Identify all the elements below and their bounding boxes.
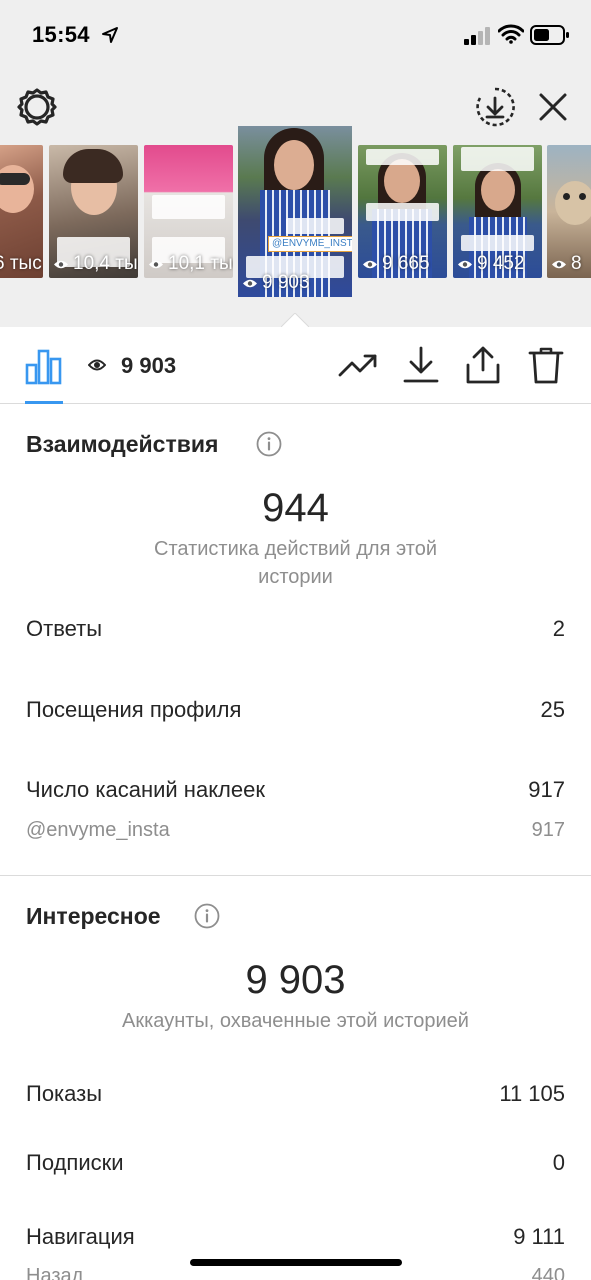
eye-icon — [552, 260, 566, 268]
cellular-signal-icon — [464, 27, 490, 45]
story-views-count: 6 тыс. — [0, 253, 43, 274]
stat-label: Число касаний наклеек — [26, 777, 265, 802]
section-title-interactions: Взаимодействия — [26, 431, 219, 457]
bar-chart-icon[interactable] — [25, 347, 63, 385]
stat-value: 25 — [540, 697, 565, 722]
stat-label: Ответы — [26, 616, 103, 641]
stat-sublabel: @envyme_insta — [26, 819, 170, 841]
interactions-total: 944 — [262, 486, 329, 530]
stat-row: Посещения профиля 25 — [26, 697, 565, 723]
eye-icon — [88, 359, 106, 371]
section-divider — [0, 875, 591, 876]
section-title-discovery: Интересное — [26, 903, 161, 929]
stat-label: Показы — [26, 1081, 103, 1106]
stat-sublabel: Назад — [26, 1265, 84, 1280]
stat-value: 11 105 — [499, 1081, 565, 1106]
story-thumbnail[interactable]: 9 452 — [453, 145, 542, 278]
story-views-count: 9 665 — [382, 253, 430, 274]
stat-label: Подписки — [26, 1150, 124, 1175]
battery-icon — [530, 25, 569, 45]
story-thumbnail[interactable]: 10,1 тыс. — [144, 145, 233, 278]
story-views: 9 665 — [362, 253, 430, 275]
story-views-count: 10,4 тыс. — [73, 253, 138, 274]
info-icon[interactable] — [194, 903, 220, 929]
stat-row: Навигация 9 111 — [26, 1224, 565, 1250]
story-thumbnail[interactable]: 10,4 тыс. — [49, 145, 138, 278]
story-views: 10,4 тыс. — [53, 253, 138, 275]
status-bar: 15:54 — [0, 0, 591, 72]
story-views: 6 тыс. — [0, 253, 43, 275]
selection-pointer — [281, 313, 309, 327]
story-views: 9 452 — [457, 253, 525, 275]
stat-subrow: Назад 440 — [26, 1265, 565, 1280]
share-icon[interactable] — [463, 345, 503, 385]
story-strip-area: 15:54 тыс 10,4 ты 10,1 ты @ENVYME_INSTA … — [0, 0, 591, 327]
stat-row: Ответы 2 — [26, 616, 565, 642]
trash-icon[interactable] — [526, 345, 566, 385]
story-thumbnail-selected[interactable]: @ENVYME_INSTA 9 903 — [238, 126, 352, 297]
download-icon[interactable] — [401, 345, 441, 385]
stat-value: 2 — [552, 616, 565, 641]
eye-icon — [243, 279, 257, 287]
story-views-count: 8 — [571, 253, 582, 274]
stat-subvalue: 440 — [531, 1265, 565, 1280]
eye-icon — [363, 260, 377, 268]
eye-icon — [54, 260, 68, 268]
mention-sticker: @ENVYME_INSTA — [268, 236, 352, 252]
stat-value: 0 — [552, 1150, 565, 1175]
story-views-count: 9 903 — [262, 272, 310, 293]
story-views: 9 903 — [242, 272, 310, 294]
interactions-subtitle: Статистика действий для этой истории — [154, 538, 437, 588]
location-arrow-icon — [102, 27, 118, 43]
active-tab-indicator — [25, 401, 63, 404]
stat-subvalue: 917 — [531, 819, 565, 841]
stat-row: Число касаний наклеек 917 — [26, 777, 565, 803]
wifi-icon — [498, 24, 524, 44]
insights-toolbar: 9 903 — [0, 327, 591, 404]
story-views-count: 9 452 — [477, 253, 525, 274]
stat-row: Показы 11 105 — [26, 1081, 565, 1107]
stat-label: Посещения профиля — [26, 697, 242, 722]
story-thumbnail[interactable]: 9 665 — [358, 145, 447, 278]
close-icon[interactable] — [534, 88, 572, 126]
story-view-count: 9 903 — [121, 353, 177, 378]
discovery-subtitle: Аккаунты, охваченные этой историей — [122, 1010, 469, 1032]
info-icon[interactable] — [256, 431, 282, 457]
story-thumbnail[interactable]: 8 — [547, 145, 591, 278]
stat-row: Подписки 0 — [26, 1150, 565, 1176]
eye-icon — [458, 260, 472, 268]
download-circle-icon[interactable] — [474, 86, 516, 128]
story-views-count: 10,1 тыс. — [168, 253, 233, 274]
story-views: 10,1 тыс. — [148, 253, 233, 275]
discovery-total: 9 903 — [245, 958, 346, 1002]
stat-label: Навигация — [26, 1224, 135, 1249]
gear-icon[interactable] — [16, 86, 58, 128]
eye-icon — [149, 260, 163, 268]
story-views: 8 — [551, 253, 582, 275]
status-time: 15:54 — [32, 22, 90, 47]
stat-subrow: @envyme_insta 917 — [26, 819, 565, 842]
story-thumbnail[interactable]: 6 тыс. — [0, 145, 43, 278]
trending-up-icon[interactable] — [338, 345, 378, 385]
stat-value: 917 — [528, 777, 565, 802]
home-indicator[interactable] — [190, 1259, 402, 1266]
stat-value: 9 111 — [513, 1224, 565, 1249]
